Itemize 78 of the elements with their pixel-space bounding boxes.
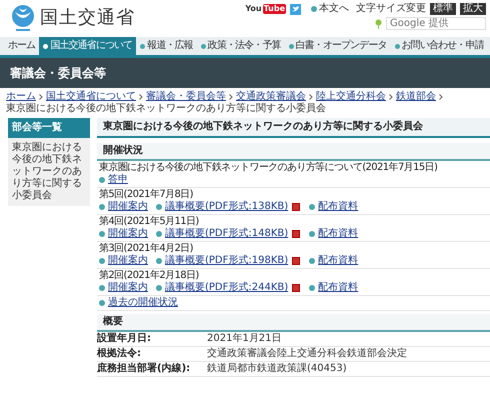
field-label: 根拠法令: <box>97 348 142 360</box>
nav-tab[interactable]: 国土交通省について <box>39 37 136 55</box>
separator-icon <box>309 94 313 100</box>
bullet-icon <box>309 285 316 292</box>
bullet-icon <box>99 177 105 184</box>
separator-icon <box>389 94 393 100</box>
separator-icon <box>139 94 143 100</box>
document-link[interactable]: 開催案内 <box>108 228 148 240</box>
document-link[interactable]: 開催案内 <box>108 201 148 214</box>
bird-icon[interactable] <box>290 4 301 14</box>
breadcrumb-link[interactable]: 鉄道部会 <box>396 91 436 104</box>
meeting-title: 第4回(2021年5月11日) <box>99 216 200 228</box>
pin-icon <box>375 18 382 28</box>
field-label: 庶務担当部署(内線): <box>97 363 192 376</box>
skip-link[interactable]: 本文へ <box>319 3 349 15</box>
meeting-title: 東京圏における今後の地下鉄ネットワークのあり方等について(2021年7月15日) <box>99 162 438 174</box>
nav-tab[interactable]: ホーム <box>4 37 40 55</box>
bullet-icon <box>156 258 162 264</box>
document-link[interactable]: 配布資料 <box>318 201 358 214</box>
sidebar-heading: 部会等一覧 <box>8 118 90 138</box>
document-link[interactable]: 配布資料 <box>318 228 358 240</box>
separator-icon <box>39 94 43 100</box>
pdf-icon <box>292 230 300 238</box>
document-link[interactable]: 配布資料 <box>318 282 358 294</box>
breadcrumb-link[interactable]: 陸上交通分科会 <box>316 91 386 104</box>
bullet-icon <box>99 258 105 264</box>
section-title: 審議会・委員会等 <box>0 58 490 88</box>
breadcrumb-link[interactable]: ホーム <box>6 91 36 104</box>
logo-icon <box>10 4 36 32</box>
section-heading: 開催状況 <box>97 143 490 162</box>
meeting-title: 第3回(2021年4月2日) <box>99 243 194 254</box>
bullet-icon <box>99 231 105 238</box>
bullet-icon <box>156 204 162 210</box>
document-link[interactable]: 開催案内 <box>108 255 148 268</box>
document-link[interactable]: 議事概要(PDF形式:138KB) <box>165 201 302 214</box>
bullet-icon <box>156 285 162 292</box>
meeting-title: 第2回(2021年2月18日) <box>99 270 200 282</box>
pdf-icon <box>292 256 300 265</box>
document-link[interactable]: 配布資料 <box>318 255 358 268</box>
nav-tab[interactable]: お問い合わせ・申請 <box>390 37 488 55</box>
breadcrumb-link[interactable]: 審議会・委員会等 <box>146 91 226 104</box>
search-field[interactable]: Google 提供 <box>386 17 486 30</box>
separator-icon <box>229 94 233 100</box>
bullet-icon <box>309 231 316 238</box>
document-link[interactable]: 開催案内 <box>108 282 148 294</box>
breadcrumb-link[interactable]: 国土交通省について <box>46 91 136 104</box>
field-value: 交通政策審議会陸上交通分科会鉄道部会決定 <box>207 348 407 360</box>
bullet-icon <box>156 231 162 238</box>
sidebar-item[interactable]: 東京圏における今後の地下鉄ネットワークのあり方等に関する小委員会 <box>8 138 90 206</box>
bullet-icon <box>99 300 105 306</box>
nav-tab[interactable]: 政策・法令・予算 <box>196 37 285 55</box>
breadcrumb-current: 東京圏における今後の地下鉄ネットワークのあり方等に関する小委員会 <box>6 103 326 116</box>
font-size-button[interactable]: 標準 <box>430 3 456 15</box>
meeting-title: 第5回(2021年7月8日) <box>99 189 194 200</box>
page-title: 東京圏における今後の地下鉄ネットワークのあり方等に関する小委員会 <box>97 118 490 138</box>
pdf-icon <box>292 202 300 211</box>
nav-tab[interactable]: 報道・広報 <box>136 37 197 55</box>
font-size-label: 文字サイズ変更 <box>356 3 426 15</box>
document-link[interactable]: 議事概要(PDF形式:198KB) <box>165 255 302 268</box>
font-size-button[interactable]: 拡大 <box>460 3 486 15</box>
field-value: 鉄道局都市鉄道政策課(40453) <box>207 363 347 376</box>
bullet-icon <box>99 204 105 210</box>
document-link[interactable]: 議事概要(PDF形式:148KB) <box>165 228 302 240</box>
bullet-icon <box>309 258 316 264</box>
separator-icon <box>439 94 443 100</box>
bullet-icon <box>309 204 316 210</box>
breadcrumb-link[interactable]: 交通政策審議会 <box>236 91 306 104</box>
document-link[interactable]: 過去の開催状況 <box>108 297 178 310</box>
section-heading: 概要 <box>97 314 490 332</box>
logo-text[interactable]: 国土交通省 <box>40 7 135 29</box>
pdf-icon <box>292 284 300 292</box>
document-link[interactable]: 答申 <box>108 174 128 186</box>
nav-tab[interactable]: 白書・オープンデータ <box>284 37 391 55</box>
field-value: 2021年1月21日 <box>207 333 282 346</box>
bullet-icon <box>99 285 105 292</box>
field-label: 設置年月日: <box>97 333 152 346</box>
document-link[interactable]: 議事概要(PDF形式:244KB) <box>165 282 302 294</box>
bullet-icon <box>311 6 317 12</box>
